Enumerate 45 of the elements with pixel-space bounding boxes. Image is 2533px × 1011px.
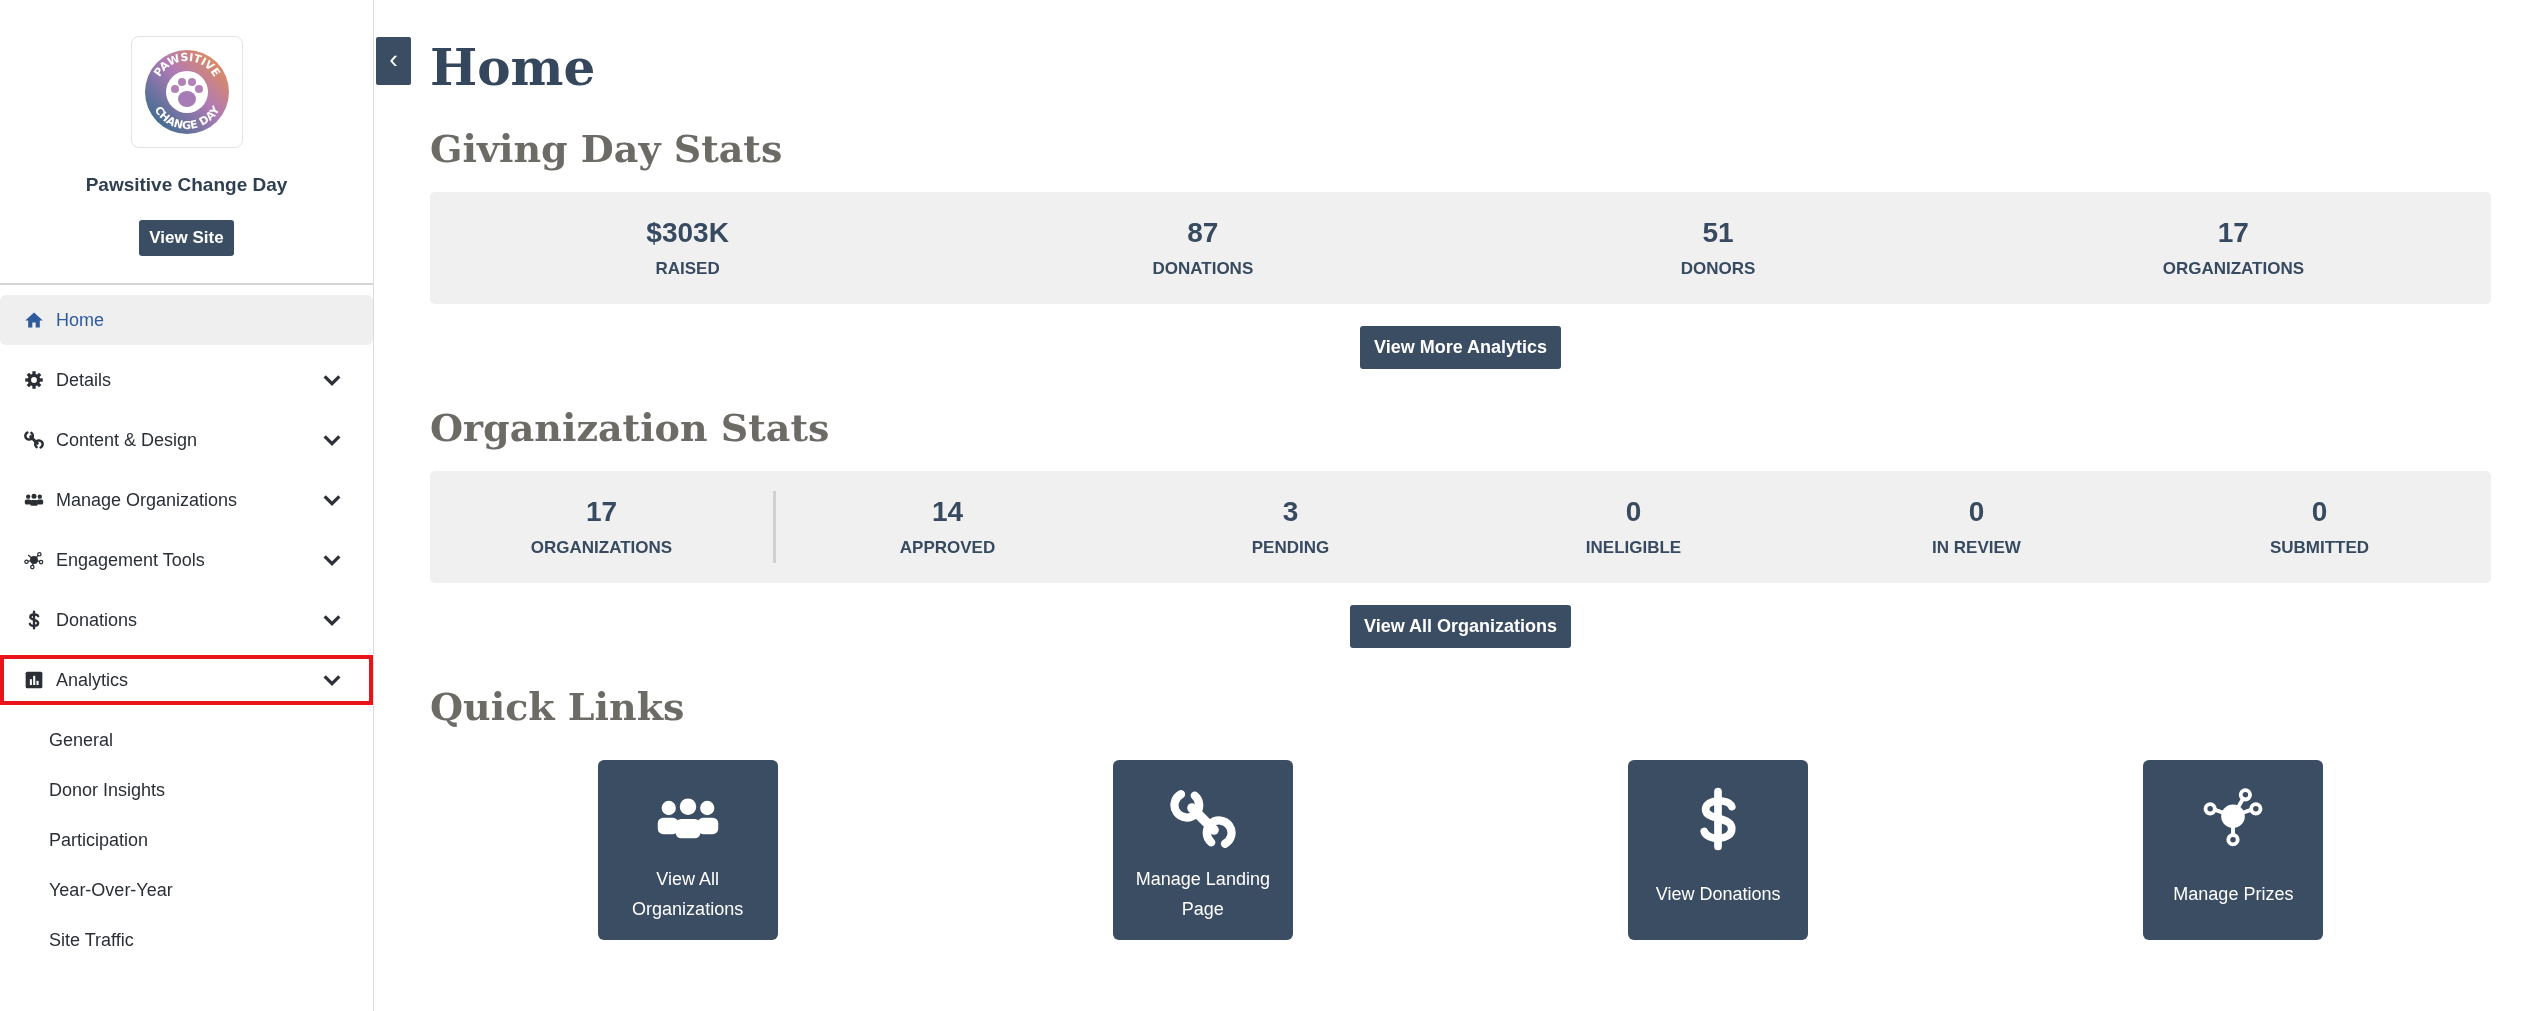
section-title: Giving Day Stats [430,126,784,172]
nav-item[interactable]: Manage Organizations [0,475,373,525]
submenu-item[interactable]: Donor Insights [0,765,373,815]
stat-value: 0 [1968,496,1985,528]
submenu-item[interactable]: Participation [0,815,373,865]
section-title: Quick Links [430,684,686,730]
quick-link-tile[interactable]: Manage Landing Page [1112,760,1293,940]
stat-value: 17 [2217,217,2249,249]
submenu-item[interactable]: General [0,715,373,765]
stat-value: $303K [646,217,729,249]
collapse-sidebar-button[interactable]: ‹ [376,37,411,85]
nav-item[interactable]: Home [0,295,373,345]
quick-link-tile[interactable]: View All Organizations [597,760,778,940]
stat-label: ORGANIZATIONS [530,538,673,558]
stat-label: RAISED [655,259,720,279]
stat-value: 51 [1702,217,1734,249]
view-all-organizations-button[interactable]: View All Organizations [1349,605,1571,648]
quick-link-tile[interactable]: Manage Prizes [2143,760,2324,940]
stat-value: 87 [1187,217,1219,249]
stat-label: DONATIONS [1152,259,1254,279]
stat-label: DONORS [1680,259,1756,279]
stat-label: APPROVED [899,538,996,558]
stat-value: 14 [931,496,964,528]
page-title: Home [430,38,597,98]
nav-item[interactable]: Donations [0,595,373,645]
stat-label: PENDING [1251,538,1330,558]
nav-item[interactable]: Content & Design [0,415,373,465]
site-name: Pawsitive Change Day [85,174,288,196]
submenu-item[interactable]: Site Traffic [0,915,373,965]
stat-value: 17 [585,496,618,528]
nav-item[interactable]: Analytics [0,655,373,705]
section-title: Organization Stats [430,405,831,451]
view-more-analytics-button[interactable]: View More Analytics [1359,326,1562,369]
nav-item[interactable]: Details [0,355,373,405]
stat-label: INELIGIBLE [1585,538,1682,558]
stat-value: 3 [1282,496,1299,528]
nav-item[interactable]: Engagement Tools [0,535,373,585]
quick-link-tile[interactable]: View Donations [1628,760,1809,940]
submenu-item[interactable]: Year-Over-Year [0,865,373,915]
view-site-button[interactable]: View Site [139,220,234,256]
stat-value: 0 [2311,496,2328,528]
stat-label: IN REVIEW [1932,538,2021,558]
stat-value: 0 [1625,496,1642,528]
stat-label: ORGANIZATIONS [2162,259,2305,279]
stat-label: SUBMITTED [2269,538,2370,558]
